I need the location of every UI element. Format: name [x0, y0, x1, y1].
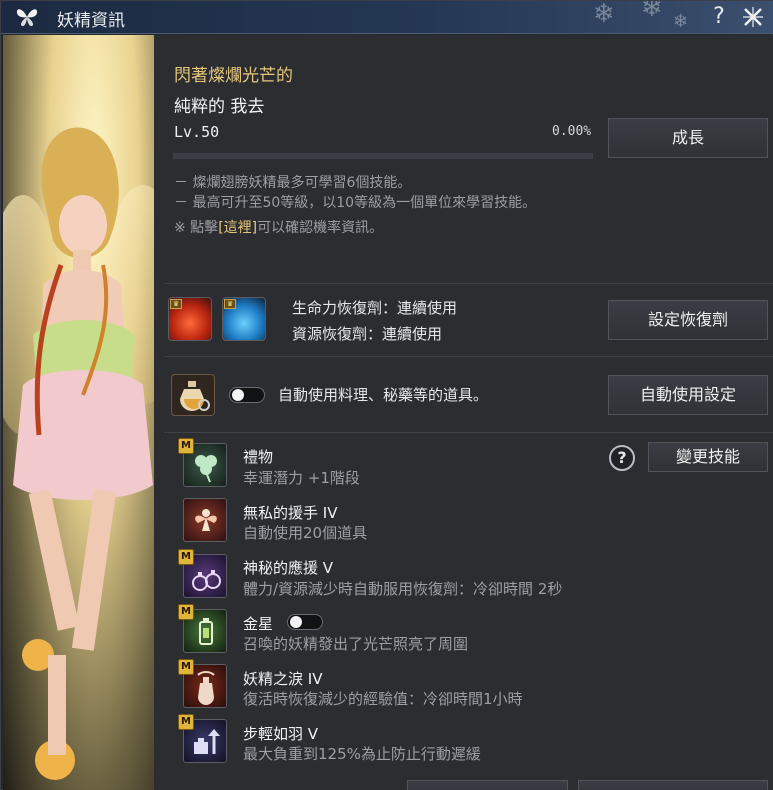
lantern-icon[interactable]: M [178, 604, 227, 653]
master-badge: M [178, 438, 194, 454]
change-skill-button[interactable]: 變更技能 [648, 442, 768, 472]
skill-name: 金星 [243, 615, 274, 633]
skill-description: 召喚的妖精發出了光芒照亮了周圍 [243, 635, 469, 653]
section-divider [164, 283, 773, 284]
auto-use-toggle[interactable] [229, 387, 265, 403]
hp-potion-icon[interactable]: ♛ [168, 297, 212, 341]
skill-description: 最大負重到125%為止防止行動遲緩 [243, 745, 481, 763]
fairy-illustration [3, 127, 154, 780]
skill-name: 步輕如羽 V [243, 725, 319, 743]
skill-help-icon[interactable]: ? [609, 445, 635, 471]
master-badge: M [178, 659, 194, 675]
probability-note-suffix: 可以確認機率資訊。 [257, 220, 384, 236]
potion-bottles-icon[interactable]: M [178, 549, 227, 598]
master-badge: M [178, 604, 194, 620]
set-potion-button[interactable]: 設定恢復劑 [608, 300, 768, 340]
butterfly-icon [16, 9, 38, 27]
bottom-action-button[interactable] [578, 780, 768, 790]
fairy-portrait [3, 35, 154, 790]
probability-note: ※ 點擊[這裡]可以確認機率資訊。 [174, 217, 383, 237]
bottom-action-button[interactable] [407, 780, 568, 790]
exp-percent: 0.00% [552, 124, 592, 139]
level-limit-note: － 最高可升至50等級，以10等級為一個單位來學習技能。 [174, 195, 537, 211]
section-divider [164, 432, 773, 433]
skill-name: 妖精之淚 IV [243, 670, 323, 688]
auto-use-label: 自動使用料理、秘藥等的道具。 [278, 386, 489, 404]
clover-icon[interactable]: M [178, 438, 227, 487]
master-badge: M [178, 549, 194, 565]
skill-name: 禮物 [243, 448, 274, 466]
skill-limit-note: － 燦爛翅膀妖精最多可學習6個技能。 [174, 175, 412, 191]
crown-icon: ♛ [224, 299, 236, 309]
grow-button[interactable]: 成長 [608, 118, 768, 158]
close-icon[interactable] [741, 5, 765, 29]
weight-arrow-icon[interactable]: M [178, 714, 227, 763]
auto-use-potion-gear-icon [171, 374, 215, 416]
fairy-level: Lv.50 [174, 123, 220, 141]
skill-name: 神秘的應援 V [243, 559, 334, 577]
mp-potion-setting: 資源恢復劑：連續使用 [292, 325, 443, 343]
fairy-info-content: 閃著燦爛光芒的 純粹的 我去 Lv.50 0.00% 成長 － 燦爛翅膀妖精最多… [154, 35, 773, 790]
probability-info-link[interactable]: [這裡] [218, 220, 257, 236]
snowflake-decoration-icon: ❄ [641, 1, 663, 23]
hp-potion-setting: 生命力恢復劑：連續使用 [292, 299, 458, 317]
snowflake-decoration-icon: ❄ [593, 1, 615, 29]
help-icon[interactable]: ? [707, 3, 731, 31]
exp-bar [173, 153, 593, 159]
crown-icon: ♛ [170, 299, 182, 309]
master-badge: M [178, 714, 194, 730]
skill-description: 體力/資源減少時自動服用恢復劑：冷卻時間 2秒 [243, 580, 563, 598]
fairy-title-prefix: 閃著燦爛光芒的 [174, 66, 293, 86]
section-divider [164, 356, 773, 357]
radiance-toggle[interactable] [287, 614, 323, 630]
window-title: 妖精資訊 [57, 11, 125, 31]
fairy-icon[interactable] [183, 498, 227, 542]
tear-vial-icon[interactable]: M [178, 659, 227, 708]
skill-description: 自動使用20個道具 [243, 524, 368, 542]
auto-use-settings-button[interactable]: 自動使用設定 [608, 375, 768, 415]
skill-name: 無私的援手 IV [243, 504, 338, 522]
snowflake-decoration-icon: ❄ [673, 11, 689, 32]
fairy-info-window: 妖精資訊 ❄ ❄ ❄ ? 閃著燦爛光芒的 純粹的 我去 Lv.50 0.00% … [0, 0, 773, 790]
skill-description: 復活時恢復減少的經驗值：冷卻時間1小時 [243, 690, 523, 708]
mp-potion-icon[interactable]: ♛ [222, 297, 266, 341]
toggle-knob [232, 389, 244, 401]
title-bar[interactable]: 妖精資訊 ❄ ❄ ❄ ? [1, 1, 773, 34]
probability-note-prefix: ※ 點擊 [174, 220, 219, 236]
skill-description: 幸運潛力 +1階段 [243, 469, 360, 487]
fairy-name: 純粹的 我去 [174, 97, 265, 117]
toggle-knob [290, 616, 302, 628]
